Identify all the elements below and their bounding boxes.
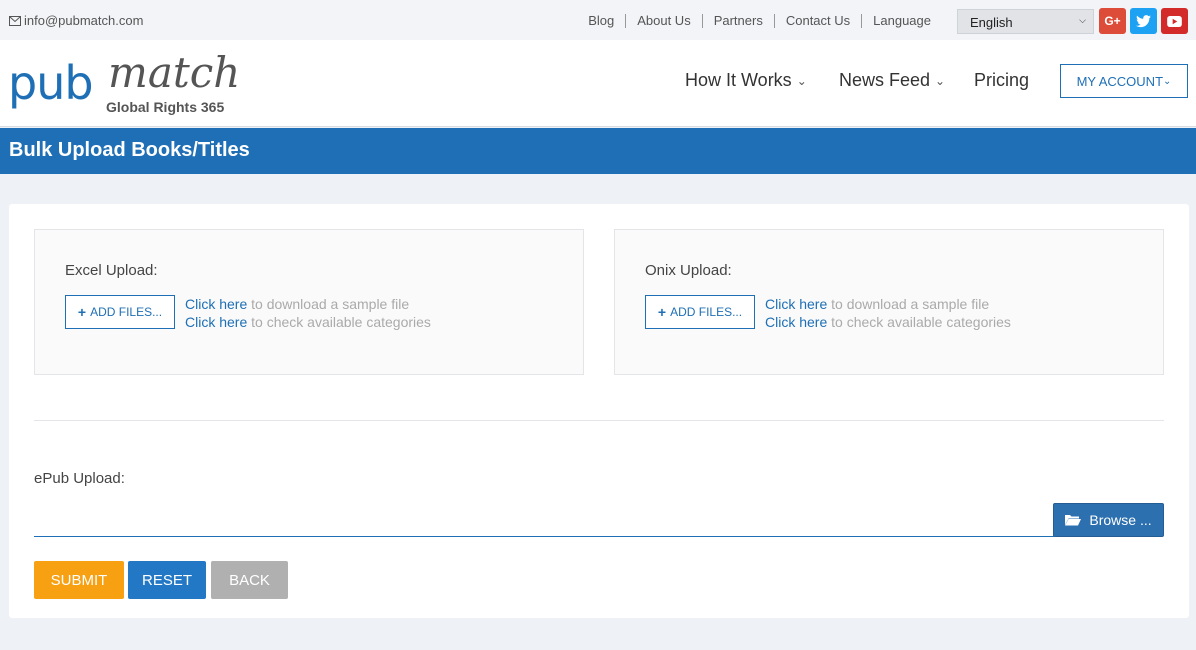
reset-button[interactable]: RESET (128, 561, 206, 599)
excel-categories-text: to check available categories (247, 314, 431, 330)
excel-add-files-button[interactable]: + ADD FILES... (65, 295, 175, 329)
twitter-icon[interactable] (1130, 8, 1157, 34)
logo-tagline: Global Rights 365 (106, 99, 225, 115)
onix-sample-file-text: to download a sample file (827, 296, 990, 312)
my-account-button[interactable]: MY ACCOUNT ⌄ (1060, 64, 1188, 98)
chevron-down-icon: ⌵ (1079, 15, 1086, 25)
excel-sample-file-link[interactable]: Click here (185, 296, 247, 312)
logo-main-text: pub (8, 56, 94, 110)
back-button[interactable]: BACK (211, 561, 288, 599)
nav-how-it-works[interactable]: How It Works ⌄ (685, 70, 807, 91)
onix-help-links: Click here to download a sample file Cli… (765, 295, 1011, 331)
top-links: Blog About Us Partners Contact Us Langua… (577, 14, 942, 28)
nav-news-feed-label: News Feed (839, 70, 931, 90)
bulk-upload-card: Excel Upload: + ADD FILES... Click here … (9, 204, 1189, 618)
my-account-label: MY ACCOUNT (1076, 73, 1164, 89)
onix-add-files-label: ADD FILES... (670, 305, 743, 319)
top-link-contact-us[interactable]: Contact Us (775, 14, 863, 28)
email-text: info@pubmatch.com (24, 13, 144, 28)
nav-news-feed[interactable]: News Feed ⌄ (839, 70, 945, 91)
top-link-partners[interactable]: Partners (703, 14, 775, 28)
page-title-bar: Bulk Upload Books/Titles (0, 128, 1196, 174)
language-select[interactable]: English ⌵ (957, 9, 1094, 34)
onix-categories-link[interactable]: Click here (765, 314, 827, 330)
envelope-icon (9, 15, 21, 26)
section-divider (34, 420, 1164, 421)
top-link-about-us[interactable]: About Us (626, 14, 703, 28)
nav-how-it-works-label: How It Works (685, 70, 792, 90)
epub-browse-button[interactable]: Browse ... (1053, 503, 1164, 537)
page-title: Bulk Upload Books/Titles (9, 139, 250, 161)
language-selected-value: English (970, 15, 1013, 30)
language-label: Language (873, 13, 931, 28)
onix-categories-text: to check available categories (827, 314, 1011, 330)
google-plus-icon[interactable]: G+ (1099, 8, 1126, 34)
youtube-icon[interactable] (1161, 8, 1188, 34)
pubmatch-logo[interactable]: pub match Global Rights 365 (8, 48, 240, 120)
logo-script-text: match (108, 48, 241, 97)
epub-file-input[interactable] (34, 536, 1054, 537)
excel-upload-panel: Excel Upload: + ADD FILES... Click here … (34, 229, 584, 375)
chevron-down-icon: ⌄ (935, 73, 946, 88)
submit-button[interactable]: SUBMIT (34, 561, 124, 599)
epub-upload-label: ePub Upload: (34, 470, 125, 487)
onix-upload-label: Onix Upload: (645, 262, 732, 279)
excel-add-files-label: ADD FILES... (90, 305, 163, 319)
plus-icon: + (657, 304, 667, 320)
chevron-down-icon: ⌄ (1163, 75, 1172, 87)
email-contact[interactable]: info@pubmatch.com (9, 13, 143, 28)
excel-categories-link[interactable]: Click here (185, 314, 247, 330)
onix-upload-panel: Onix Upload: + ADD FILES... Click here t… (614, 229, 1164, 375)
excel-upload-label: Excel Upload: (65, 262, 158, 279)
onix-sample-file-link[interactable]: Click here (765, 296, 827, 312)
folder-open-icon (1065, 515, 1082, 526)
chevron-down-icon: ⌄ (796, 73, 807, 88)
plus-icon: + (77, 304, 87, 320)
onix-add-files-button[interactable]: + ADD FILES... (645, 295, 755, 329)
excel-help-links: Click here to download a sample file Cli… (185, 295, 431, 331)
browse-label: Browse ... (1089, 512, 1152, 528)
site-header: pub match Global Rights 365 How It Works… (0, 40, 1196, 127)
excel-sample-file-text: to download a sample file (247, 296, 410, 312)
top-bar: info@pubmatch.com Blog About Us Partners… (0, 0, 1196, 40)
top-link-blog[interactable]: Blog (577, 14, 627, 28)
nav-pricing-label: Pricing (974, 70, 1030, 90)
nav-pricing[interactable]: Pricing (974, 70, 1029, 91)
